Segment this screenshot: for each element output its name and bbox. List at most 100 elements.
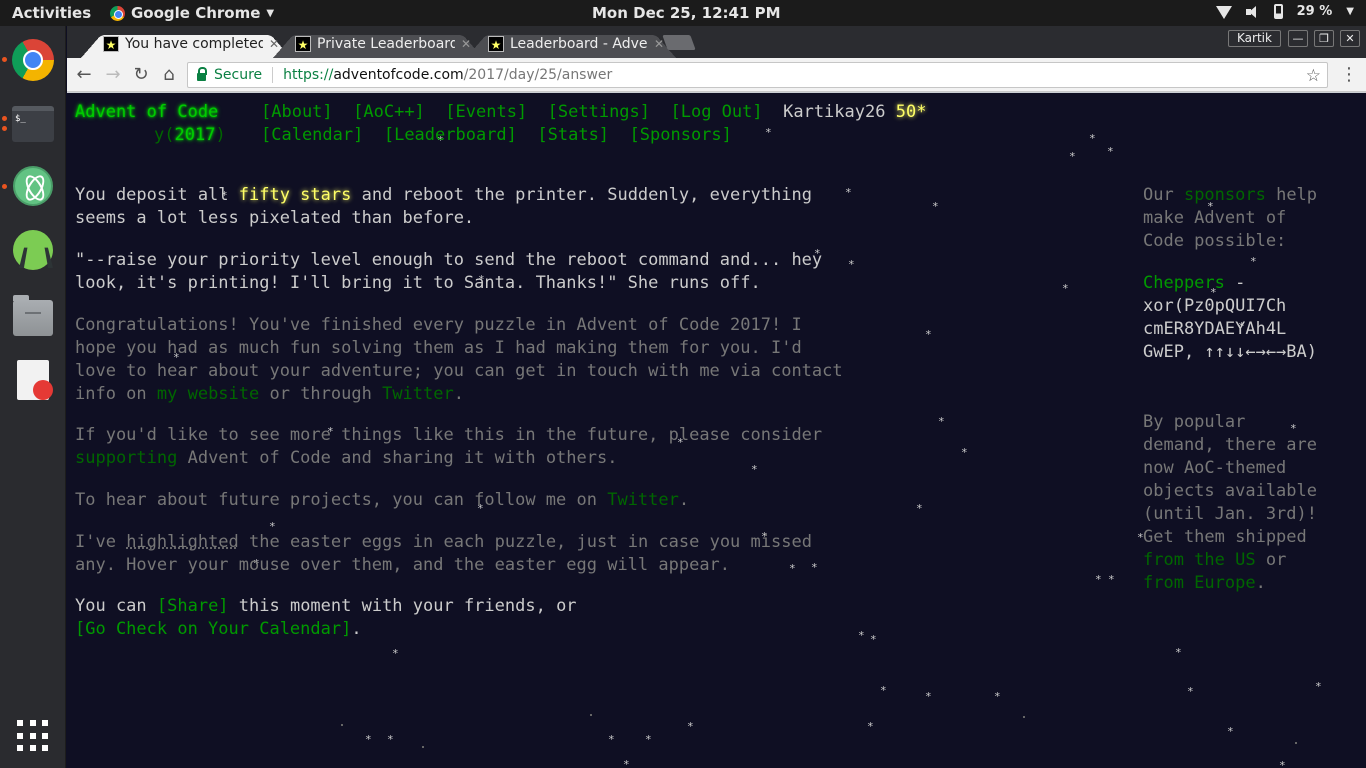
merch-1: By popular	[1143, 412, 1246, 432]
chrome-icon	[110, 5, 125, 21]
aoc-favicon-icon: ★	[295, 35, 311, 52]
my-website-link[interactable]: my website	[157, 384, 259, 404]
android-studio-icon	[13, 230, 53, 270]
sidebar-text: help	[1265, 185, 1318, 205]
close-icon[interactable]: ✕	[461, 37, 471, 51]
volume-icon	[1245, 5, 1260, 19]
minimize-button[interactable]: —	[1288, 30, 1308, 47]
shop-europe-link[interactable]: from Europe	[1143, 573, 1256, 593]
p3-text: or through	[259, 384, 383, 404]
tab-3[interactable]: ★ Leaderboard - Advent ✕	[466, 29, 676, 58]
clock[interactable]: Mon Dec 25, 12:41 PM	[592, 4, 781, 22]
merch-4: objects available	[1143, 481, 1317, 501]
supporting-link[interactable]: supporting	[75, 448, 177, 468]
close-icon[interactable]: ✕	[654, 37, 664, 51]
nav-leaderboard[interactable]: [Leaderboard]	[384, 125, 517, 145]
show-applications-button[interactable]	[0, 710, 66, 768]
tab-2[interactable]: ★ Private Leaderboard ✕	[273, 29, 483, 58]
snow-star-icon: *	[938, 415, 945, 428]
app-grid-icon	[17, 720, 49, 752]
nav-aocpp[interactable]: [AoC++]	[353, 102, 425, 122]
calendar-link[interactable]: [Go Check on Your Calendar]	[75, 619, 351, 639]
username: Kartikay26	[783, 102, 886, 122]
sponsor-text-3: GwEP, ↑↑↓↓←→←→BA)	[1143, 342, 1317, 362]
aoc-favicon-icon: ★	[488, 35, 504, 52]
p7-line1: You can [Share] this moment with your fr…	[75, 595, 577, 618]
tab-1[interactable]: ★ You have completed ✕	[81, 29, 291, 58]
address-bar[interactable]: Secure https:// adventofcode.com /2017/d…	[187, 62, 1328, 88]
header-row-1: Advent of Code	[75, 101, 218, 124]
bookmark-star-icon[interactable]: ☆	[1306, 66, 1321, 86]
snow-star-icon: *	[1279, 759, 1286, 768]
nav-settings[interactable]: [Settings]	[548, 102, 650, 122]
dock-item-files[interactable]	[0, 290, 66, 354]
highlighted-easter-egg[interactable]: highlighted	[126, 532, 239, 552]
p6-line1: I've highlighted the easter eggs in each…	[75, 531, 812, 554]
nav-events[interactable]: [Events]	[445, 102, 527, 122]
tab-title: Private Leaderboard	[317, 35, 455, 52]
chevron-down-icon: ▼	[1346, 6, 1354, 17]
snow-star-icon: *	[1250, 255, 1257, 268]
chrome-menu-icon[interactable]: ⋮	[1340, 64, 1358, 86]
snow-dot-icon	[1023, 716, 1025, 718]
profile-button[interactable]: Kartik	[1228, 30, 1281, 47]
dock-item-atom[interactable]	[0, 154, 66, 218]
aoc-favicon-icon: ★	[103, 35, 119, 52]
terminal-icon: $_	[12, 106, 54, 142]
share-link[interactable]: [Share]	[157, 596, 229, 616]
battery-icon	[1273, 4, 1283, 19]
merch-2: demand, there are	[1143, 435, 1317, 455]
p4-text: Advent of Code and sharing it with other…	[177, 448, 618, 468]
forward-button[interactable]: →	[102, 64, 124, 86]
home-button[interactable]: ⌂	[158, 64, 180, 86]
nav-logout[interactable]: [Log Out]	[671, 102, 763, 122]
nav-stats[interactable]: [Stats]	[537, 125, 609, 145]
new-tab-button[interactable]	[662, 35, 696, 50]
twitter-follow-link[interactable]: Twitter	[607, 490, 679, 510]
p6-text: I've	[75, 532, 127, 552]
snow-star-icon: *	[880, 684, 887, 697]
site-title-link[interactable]: Advent of Code	[75, 102, 218, 122]
reload-button[interactable]: ↻	[130, 64, 152, 86]
star-count: 50*	[895, 102, 927, 122]
back-button[interactable]: ←	[73, 64, 95, 86]
shop-us-link[interactable]: from the US	[1143, 550, 1256, 570]
snow-star-icon: *	[645, 733, 652, 746]
p3-line2: hope you had as much fun solving them as…	[75, 338, 802, 358]
sponsor-cheppers-link[interactable]: Cheppers	[1143, 273, 1225, 293]
dock-item-text-editor[interactable]	[0, 352, 66, 416]
snow-star-icon: *	[608, 733, 615, 746]
close-window-button[interactable]: ✕	[1340, 30, 1360, 47]
p7-text: .	[351, 619, 362, 639]
twitter-link[interactable]: Twitter	[382, 384, 454, 404]
snow-star-icon: *	[1290, 422, 1297, 435]
sponsor-entry: Cheppers -	[1143, 272, 1245, 295]
system-tray[interactable]: 29 % ▼	[1215, 4, 1354, 19]
app-menu[interactable]: Google Chrome ▼	[110, 4, 274, 22]
sponsor-text-2: cmER8YDAEYAh4L	[1143, 319, 1287, 339]
url-scheme: https://	[283, 67, 334, 83]
dock-item-terminal[interactable]: $_	[0, 94, 66, 158]
close-icon[interactable]: ✕	[269, 37, 279, 51]
lock-icon	[197, 67, 207, 81]
snow-dot-icon	[590, 714, 592, 716]
snow-star-icon: *	[1089, 132, 1096, 145]
p2-line2: look, it's printing! I'll bring it to Sa…	[75, 273, 761, 293]
running-indicator	[2, 126, 7, 131]
p7-line2: [Go Check on Your Calendar].	[75, 618, 362, 641]
nav-sponsors[interactable]: [Sponsors]	[630, 125, 732, 145]
snow-star-icon: *	[994, 690, 1001, 703]
maximize-button[interactable]: ❐	[1314, 30, 1334, 47]
nav-about[interactable]: [About]	[261, 102, 333, 122]
dock-item-android-studio[interactable]	[0, 218, 66, 282]
sponsor-text-1: xor(Pz0pQUI7Ch	[1143, 296, 1287, 316]
snow-star-icon: *	[1095, 573, 1102, 586]
dock-item-chrome[interactable]	[0, 28, 66, 92]
browser-toolbar: ← → ↻ ⌂ Secure https:// adventofcode.com…	[67, 58, 1366, 92]
nav-calendar[interactable]: [Calendar]	[261, 125, 363, 145]
p7-text: this moment with your friends, or	[228, 596, 577, 616]
year-link[interactable]: 2017	[174, 125, 215, 145]
system-top-bar: Activities Google Chrome ▼ Mon Dec 25, 1…	[0, 0, 1366, 26]
activities-button[interactable]: Activities	[12, 4, 91, 22]
sponsors-link[interactable]: sponsors	[1184, 185, 1266, 205]
